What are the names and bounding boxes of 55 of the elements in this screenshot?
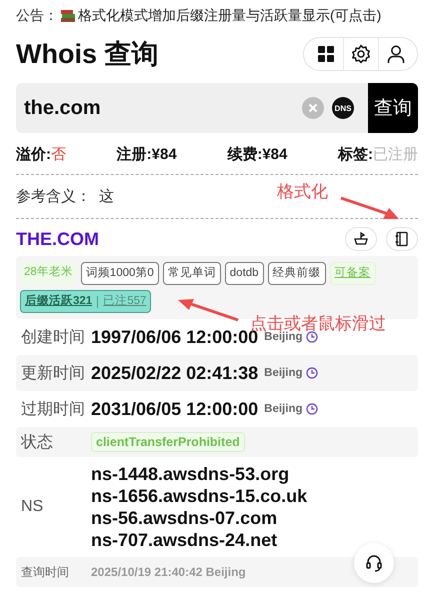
price-label: 溢价:	[16, 146, 51, 163]
price-label: 注册:	[116, 146, 152, 163]
field-label: NS	[21, 498, 44, 516]
field-label: 更新时间	[21, 364, 86, 384]
annotation-arrow	[339, 195, 401, 221]
basket-icon	[353, 231, 369, 247]
tag: 经典前缀	[268, 262, 326, 285]
timezone-label: Beijing	[264, 367, 302, 379]
support-button[interactable]	[354, 543, 394, 583]
clock-icon	[306, 367, 318, 379]
query-time: 2025/10/19 21:40:42 Beijing	[91, 565, 246, 579]
price-value: ¥84	[152, 146, 177, 163]
search-button[interactable]: 查询	[368, 83, 418, 133]
date-value: 2031/06/05 12:00:00	[91, 398, 258, 420]
books-icon	[60, 8, 76, 24]
basket-button[interactable]	[345, 227, 377, 251]
page-title: Whois 查询	[16, 38, 158, 71]
annotation-text: 格式化	[277, 181, 328, 203]
notice-link[interactable]: 格式化模式增加后缀注册量与活跃量显示(可点击)	[78, 7, 382, 25]
field-label: 过期时间	[21, 400, 86, 420]
field-label: 创建时间	[21, 328, 86, 348]
price-value: 已注册	[372, 146, 418, 163]
suffix-stats-tag[interactable]: 后缀活跃321 已注557	[20, 290, 152, 313]
nameserver: ns-56.awsdns-07.com	[91, 507, 278, 529]
close-icon	[302, 97, 324, 119]
headset-icon	[364, 553, 384, 573]
clock-icon	[306, 331, 318, 343]
meaning-value: 这	[99, 188, 114, 205]
meaning-label: 参考含义：	[16, 188, 91, 205]
grid-icon	[316, 45, 334, 63]
tag: 常见单词	[162, 262, 221, 285]
notebook-icon	[394, 231, 410, 247]
domain-name: THE.COM	[16, 228, 99, 250]
tag: 词频1000第0	[80, 262, 159, 285]
clock-icon	[306, 403, 318, 415]
timezone-label: Beijing	[264, 403, 302, 415]
field-label: 查询时间	[21, 564, 70, 580]
settings-icon	[351, 44, 371, 64]
tag: dotdb	[224, 262, 264, 285]
price-value: 否	[51, 146, 66, 163]
nameserver: ns-1448.awsdns-53.org	[91, 463, 290, 485]
format-button[interactable]	[386, 227, 418, 251]
nameserver: ns-707.awsdns-24.net	[91, 529, 278, 551]
price-value: ¥84	[262, 146, 288, 163]
field-label: 状态	[21, 432, 54, 452]
user-icon	[386, 44, 406, 64]
nameserver: ns-1656.awsdns-15.co.uk	[91, 485, 308, 507]
dns-button[interactable]: DNS	[332, 97, 354, 119]
notice-label: 公告：	[16, 7, 58, 25]
date-value: 2025/02/22 02:41:38	[91, 362, 258, 384]
price-label: 续费:	[227, 146, 262, 163]
price-label: 标签:	[338, 146, 373, 163]
timezone-label: Beijing	[264, 331, 302, 343]
search-field[interactable]: the.com DNS	[16, 83, 368, 133]
age-tag: 28年老米	[20, 262, 77, 285]
